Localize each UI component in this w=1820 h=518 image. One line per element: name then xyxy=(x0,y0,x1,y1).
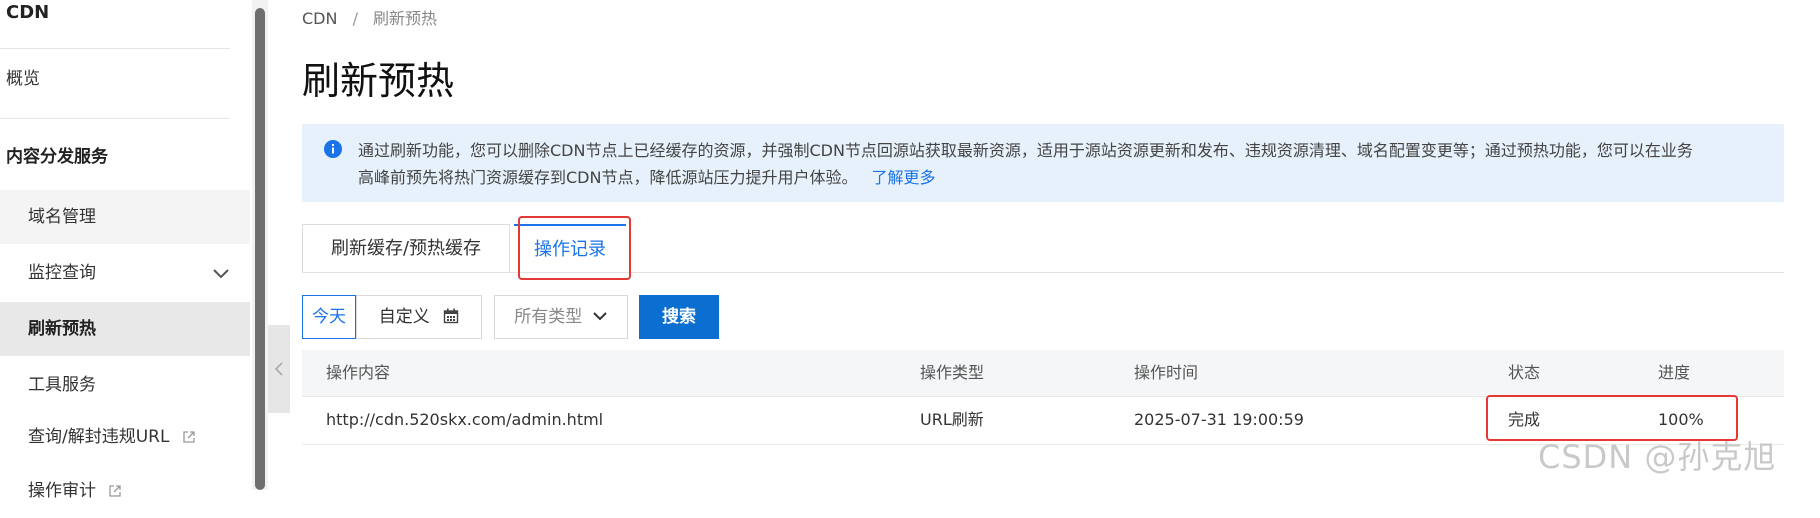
sidebar-item-audit[interactable]: 操作审计 xyxy=(0,464,250,518)
table-header: 操作内容 操作类型 操作时间 状态 进度 xyxy=(302,350,1784,397)
sidebar-item-refresh-preload[interactable]: 刷新预热 xyxy=(0,302,250,356)
filter-custom-label: 自定义 xyxy=(378,307,430,327)
tab-refresh-preload-cache[interactable]: 刷新缓存/预热缓存 xyxy=(302,224,510,272)
sidebar-section-title: 内容分发服务 xyxy=(6,147,108,167)
chevron-left-icon xyxy=(274,362,283,376)
external-link-icon xyxy=(183,431,195,443)
sidebar-item-label: 工具服务 xyxy=(28,375,96,395)
sidebar-item-domain-management[interactable]: 域名管理 xyxy=(0,190,250,244)
sidebar-item-violation-url[interactable]: 查询/解封违规URL xyxy=(0,410,250,464)
page-title: 刷新预热 xyxy=(302,59,455,103)
sidebar-collapse-button[interactable] xyxy=(268,325,290,413)
column-header-content: 操作内容 xyxy=(326,363,391,382)
type-select-value: 所有类型 xyxy=(514,307,583,327)
highlight-box xyxy=(518,216,631,280)
chevron-down-icon xyxy=(592,312,607,321)
breadcrumb-root[interactable]: CDN xyxy=(302,9,337,28)
sidebar-scrollbar-thumb[interactable] xyxy=(255,8,265,490)
breadcrumb: CDN / 刷新预热 xyxy=(302,5,437,29)
column-header-status: 状态 xyxy=(1508,363,1541,382)
sidebar-item-overview[interactable]: 概览 xyxy=(6,64,40,89)
watermark: CSDN @孙克旭 xyxy=(1538,438,1777,476)
breadcrumb-separator: / xyxy=(352,9,358,28)
filter-custom-date-button[interactable]: 自定义 xyxy=(356,295,482,339)
sidebar: CDN 概览 内容分发服务 域名管理 监控查询 刷新预热 工具服务 查询/解封违… xyxy=(0,0,253,501)
column-header-time: 操作时间 xyxy=(1134,363,1199,382)
cell-time: 2025-07-31 19:00:59 xyxy=(1134,410,1304,429)
sidebar-item-tool-service[interactable]: 工具服务 xyxy=(0,358,250,412)
breadcrumb-current: 刷新预热 xyxy=(373,9,438,28)
divider xyxy=(0,118,230,119)
info-text: 通过刷新功能，您可以删除CDN节点上已经缓存的资源，并强制CDN节点回源站获取最… xyxy=(358,137,1758,191)
sidebar-item-label: 刷新预热 xyxy=(28,319,96,339)
search-button[interactable]: 搜索 xyxy=(639,295,719,339)
info-line-1: 通过刷新功能，您可以删除CDN节点上已经缓存的资源，并强制CDN节点回源站获取最… xyxy=(358,141,1693,160)
external-link-icon xyxy=(109,485,122,497)
calendar-icon xyxy=(444,308,459,324)
column-header-progress: 进度 xyxy=(1658,363,1691,382)
info-banner: 通过刷新功能，您可以删除CDN节点上已经缓存的资源，并强制CDN节点回源站获取最… xyxy=(302,124,1784,202)
sidebar-item-label: 查询/解封违规URL xyxy=(28,427,170,447)
info-line-2: 高峰前预先将热门资源缓存到CDN节点，降低源站压力提升用户体验。 xyxy=(358,168,858,187)
learn-more-link[interactable]: 了解更多 xyxy=(871,168,935,187)
cell-content: http://cdn.520skx.com/admin.html xyxy=(326,410,604,429)
sidebar-title: CDN xyxy=(6,2,50,23)
sidebar-item-label: 域名管理 xyxy=(28,207,96,227)
filter-today-button[interactable]: 今天 xyxy=(302,295,356,339)
info-icon xyxy=(324,140,342,158)
cell-type: URL刷新 xyxy=(920,410,984,429)
sidebar-item-label: 操作审计 xyxy=(28,481,96,501)
sidebar-item-monitoring[interactable]: 监控查询 xyxy=(0,246,250,300)
divider xyxy=(0,48,230,49)
sidebar-item-label: 监控查询 xyxy=(28,263,96,283)
type-select[interactable]: 所有类型 xyxy=(494,295,628,339)
chevron-down-icon xyxy=(213,269,229,279)
column-header-type: 操作类型 xyxy=(920,363,985,382)
